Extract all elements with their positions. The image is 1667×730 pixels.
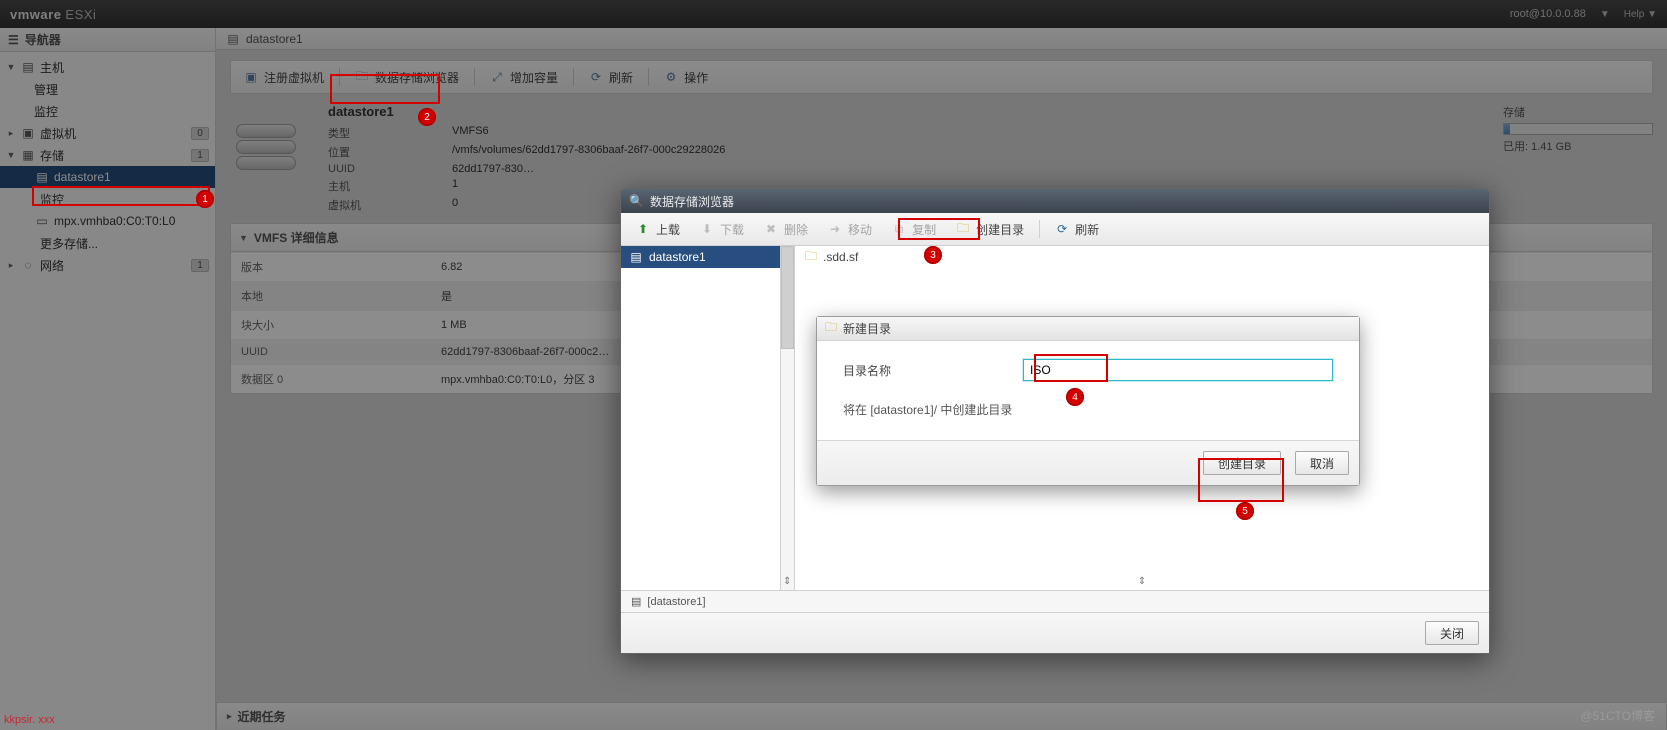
datastore-icon: ▤ <box>629 250 643 264</box>
mkdir-title-text: 新建目录 <box>843 320 891 337</box>
mkdir-body: 目录名称 将在 [datastore1]/ 中创建此目录 <box>817 341 1359 440</box>
move-button[interactable]: ➜ 移动 <box>819 217 881 241</box>
mkdir-footer: 创建目录 取消 <box>817 440 1359 485</box>
delete-label: 删除 <box>784 221 808 238</box>
browser-toolbar: ⬆ 上载 ⬇ 下载 ✖ 删除 ➜ 移动 ⧉ 复制 🗀 创建目录 ⟳ 刷新 <box>621 213 1489 246</box>
separator <box>1039 220 1040 238</box>
mkdir-titlebar[interactable]: 🗀 新建目录 <box>817 317 1359 341</box>
mkdir-form-row: 目录名称 <box>843 359 1333 381</box>
browser-status-bar: ▤ [datastore1] <box>621 590 1489 612</box>
copy-label: 复制 <box>912 221 936 238</box>
copy-button[interactable]: ⧉ 复制 <box>883 217 945 241</box>
download-button[interactable]: ⬇ 下载 <box>691 217 753 241</box>
browser-tree[interactable]: ▤ datastore1 <box>621 246 781 590</box>
browser-list-item[interactable]: 🗀 .sdd.sf <box>795 246 1489 268</box>
upload-label: 上载 <box>656 221 680 238</box>
search-icon: 🔍 <box>629 194 644 208</box>
browser-footer: 关闭 <box>621 612 1489 653</box>
copy-icon: ⧉ <box>892 222 906 236</box>
browser-refresh-label: 刷新 <box>1075 221 1099 238</box>
download-label: 下载 <box>720 221 744 238</box>
browser-list-item-label: .sdd.sf <box>823 250 858 264</box>
move-icon: ➜ <box>828 222 842 236</box>
browser-status-text: [datastore1] <box>647 596 705 608</box>
mkdir-cancel-button[interactable]: 取消 <box>1295 451 1349 475</box>
browser-tree-datastore1[interactable]: ▤ datastore1 <box>621 246 780 268</box>
mkdir-label: 创建目录 <box>976 221 1024 238</box>
mkdir-ok-button[interactable]: 创建目录 <box>1203 451 1281 475</box>
download-icon: ⬇ <box>700 222 714 236</box>
browser-titlebar[interactable]: 🔍 数据存储浏览器 <box>621 189 1489 213</box>
delete-button[interactable]: ✖ 删除 <box>755 217 817 241</box>
folder-new-icon: 🗀 <box>825 318 837 339</box>
browser-close-button[interactable]: 关闭 <box>1425 621 1479 645</box>
browser-scrollbar-left[interactable]: ⇕ <box>781 246 795 590</box>
datastore-icon: ▤ <box>631 595 641 608</box>
folder-icon: 🗀 <box>805 247 817 268</box>
mkdir-label: 目录名称 <box>843 362 1003 379</box>
folder-new-icon: 🗀 <box>956 222 970 236</box>
upload-button[interactable]: ⬆ 上载 <box>627 217 689 241</box>
mkdir-button[interactable]: 🗀 创建目录 <box>947 217 1033 241</box>
mkdir-hint: 将在 [datastore1]/ 中创建此目录 <box>843 401 1333 418</box>
refresh-icon: ⟳ <box>1055 222 1069 236</box>
move-label: 移动 <box>848 221 872 238</box>
browser-refresh-button[interactable]: ⟳ 刷新 <box>1046 217 1108 241</box>
new-directory-dialog: 🗀 新建目录 目录名称 将在 [datastore1]/ 中创建此目录 创建目录… <box>816 316 1360 486</box>
browser-title-text: 数据存储浏览器 <box>650 193 734 210</box>
browser-tree-label: datastore1 <box>649 250 706 264</box>
resize-hint-icon: ⇕ <box>1138 576 1146 587</box>
directory-name-input[interactable] <box>1023 359 1333 381</box>
delete-icon: ✖ <box>764 222 778 236</box>
upload-icon: ⬆ <box>636 222 650 236</box>
